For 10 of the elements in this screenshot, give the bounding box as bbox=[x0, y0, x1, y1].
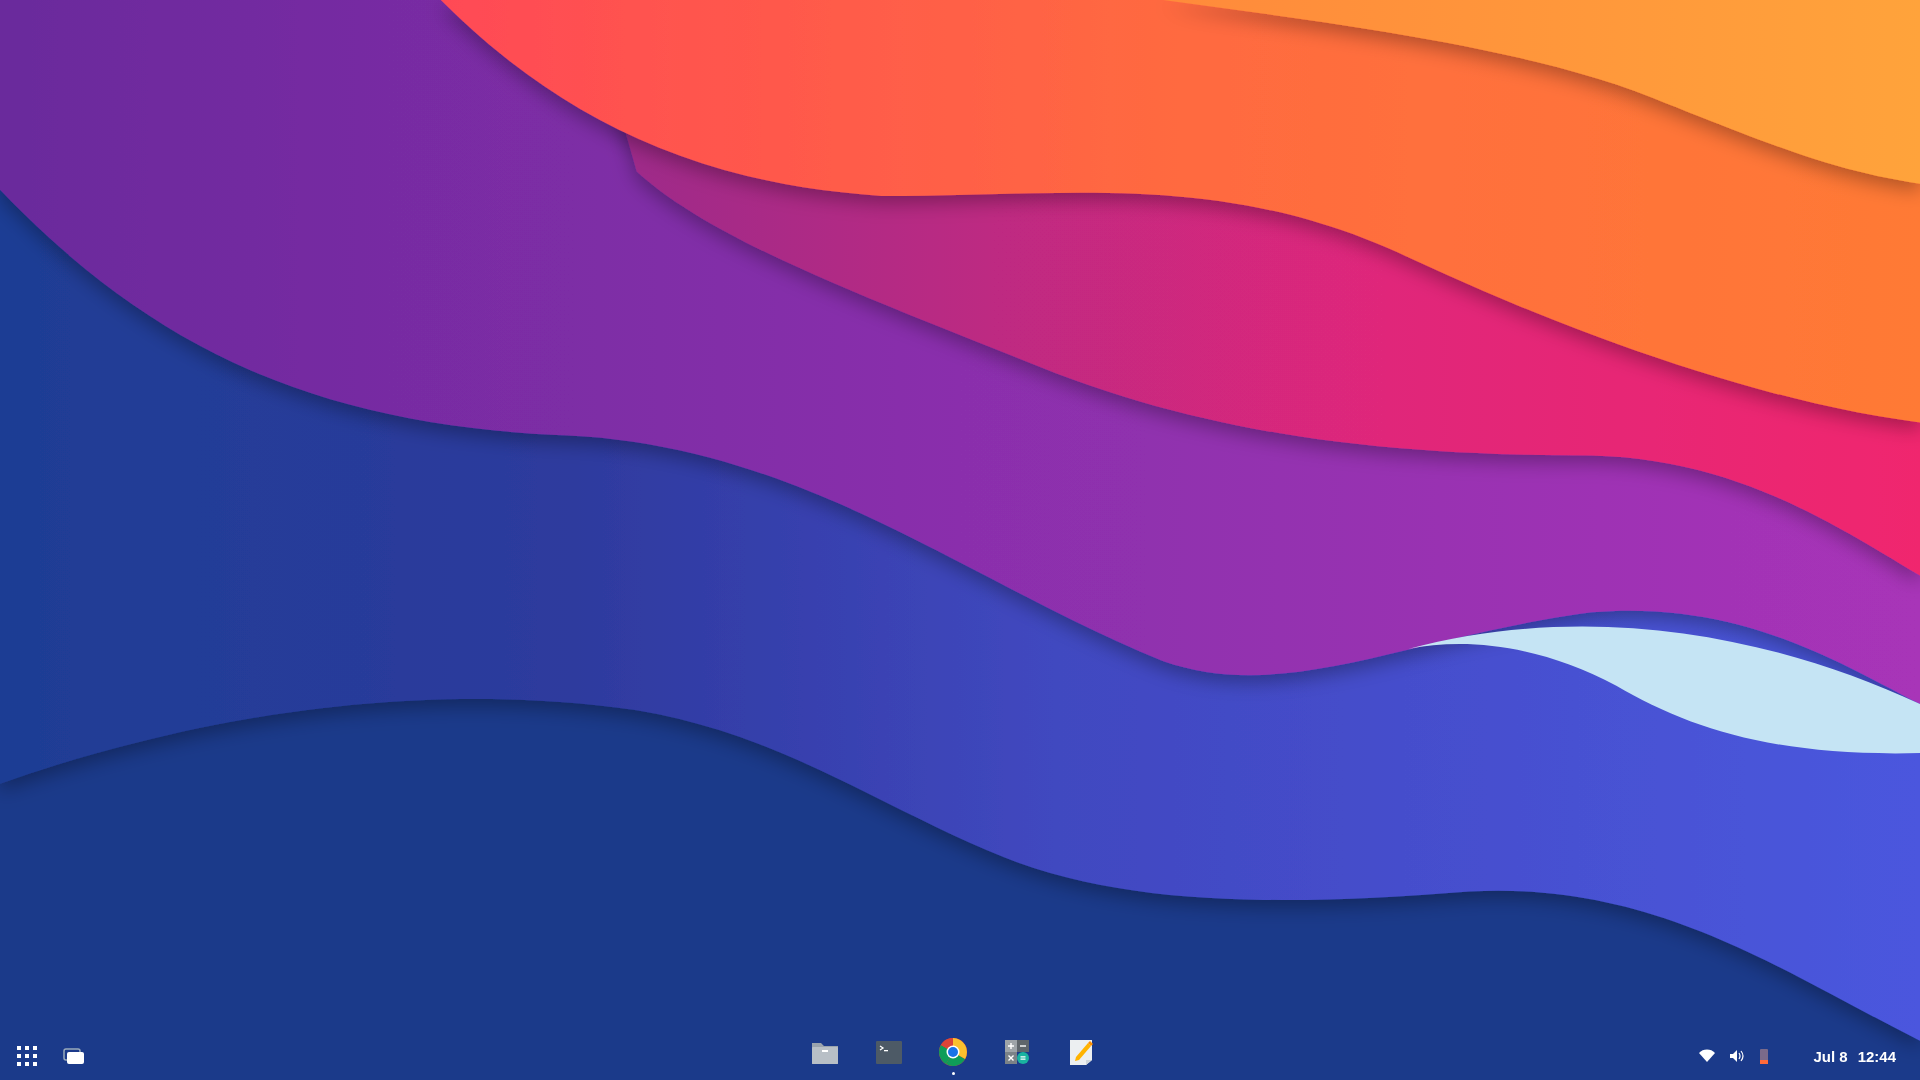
browser-icon bbox=[938, 1037, 968, 1067]
calculator-icon bbox=[1002, 1037, 1032, 1067]
windows-icon bbox=[62, 1046, 86, 1066]
grid-icon bbox=[16, 1045, 38, 1067]
battery-icon[interactable] bbox=[1759, 1048, 1770, 1064]
running-indicator bbox=[951, 1072, 955, 1075]
volume-icon[interactable] bbox=[1729, 1049, 1746, 1063]
date-text: Jul 8 bbox=[1813, 1047, 1848, 1065]
time-text: 12:44 bbox=[1857, 1047, 1896, 1065]
wifi-icon[interactable] bbox=[1699, 1049, 1716, 1063]
